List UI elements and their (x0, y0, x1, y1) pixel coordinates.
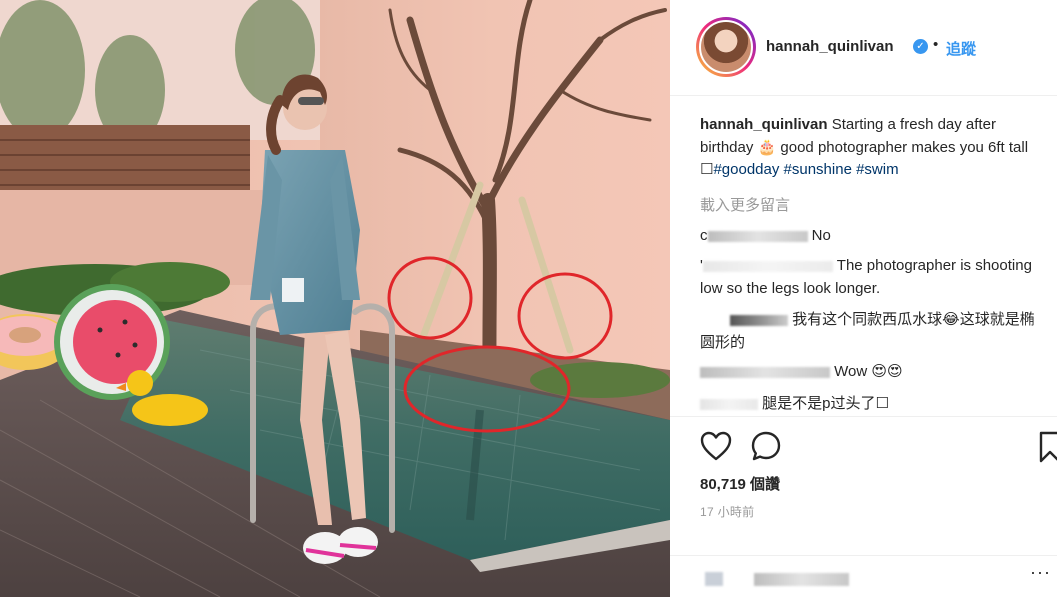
verified-badge-icon: ✓ (913, 39, 928, 54)
comment-text: Wow 😍😍 (834, 363, 903, 380)
comment-item: 我有这个同款西瓜水球😂这球就是椭圆形的 (700, 309, 1046, 354)
likes-count[interactable]: 80,719 個讚 (700, 473, 780, 494)
blurred-username (700, 366, 830, 378)
post-actions-section: 80,719 個讚 17 小時前 ··· (670, 416, 1057, 597)
blurred-username (707, 230, 808, 242)
comment-item: 腿是不是p过头了☐ (700, 393, 1046, 416)
comment-text: No (811, 227, 831, 244)
load-more-comments-link[interactable]: 載入更多留言 (700, 194, 790, 215)
comment-bubble-icon[interactable] (750, 430, 782, 462)
hashtag-sunshine[interactable]: #sunshine (784, 161, 852, 178)
caption-text-2: good photographer makes you 6ft tall (780, 138, 1029, 156)
comment-username[interactable]: c (700, 227, 708, 244)
username-link[interactable]: hannah_quinlivan (766, 38, 894, 55)
blurred-avatar (705, 572, 723, 586)
post-photo[interactable] (0, 0, 670, 597)
avatar[interactable] (696, 17, 756, 77)
blurred-comment-text (754, 573, 849, 586)
blurred-username (700, 398, 758, 410)
header-separator: • (933, 36, 939, 53)
post-image (0, 0, 670, 597)
post-caption: hannah_quinlivan Starting a fresh day af… (700, 114, 1046, 182)
post-timestamp[interactable]: 17 小時前 (700, 503, 754, 520)
hashtag-goodday[interactable]: #goodday (713, 161, 779, 178)
post-header: hannah_quinlivan ✓ • 追蹤 (670, 0, 1057, 96)
more-options-button[interactable]: ··· (1030, 562, 1051, 583)
caption-username[interactable]: hannah_quinlivan (700, 116, 828, 133)
hashtag-swim[interactable]: #swim (856, 161, 899, 178)
post-side-panel: hannah_quinlivan ✓ • 追蹤 hannah_quinlivan… (670, 0, 1057, 597)
blurred-username (730, 314, 788, 326)
add-comment-row: ··· (670, 555, 1057, 597)
follow-button[interactable]: 追蹤 (946, 38, 976, 59)
comment-item: c No (700, 225, 1046, 248)
missing-glyph: ☐ (700, 161, 714, 178)
bookmark-icon[interactable] (1038, 431, 1057, 463)
blurred-username (702, 260, 833, 272)
comment-item: Wow 😍😍 (700, 361, 1046, 384)
cake-emoji: 🎂 (757, 138, 777, 156)
comment-text: 腿是不是p过头了☐ (762, 395, 889, 412)
heart-icon[interactable] (700, 431, 732, 461)
comment-item: ' The photographer is shooting low so th… (700, 255, 1046, 300)
